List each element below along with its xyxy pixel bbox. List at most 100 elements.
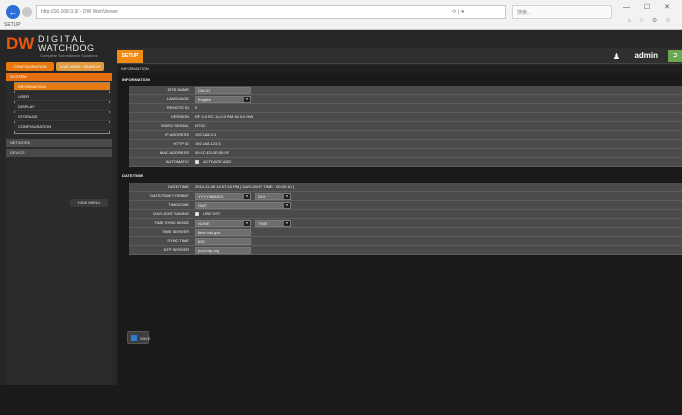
top-navigation-bar <box>117 48 682 64</box>
person-icon: ♟ <box>612 52 620 61</box>
logo-tagline: Complete Surveillance Solutions <box>40 53 98 58</box>
activate-add-checkbox[interactable] <box>195 160 199 164</box>
label-daylight-saving: DAYLIGHT SAVING <box>153 211 189 216</box>
floppy-disk-icon <box>131 335 137 341</box>
address-bar[interactable]: http://16.168.0.3/ - DW WebViewer ⟳ | ★ <box>36 5 506 19</box>
info-row-remote-id: REMOTE ID 0 <box>129 104 682 113</box>
datetime-row-time-server: TIME SERVER time.nist.gov <box>129 228 682 237</box>
ntp-server-input[interactable]: pool.ntp.org <box>195 247 251 254</box>
section-title-information: INFORMATION <box>122 77 150 82</box>
browser-toolbar: ← http://16.168.0.3/ - DW WebViewer ⟳ | … <box>0 0 682 30</box>
brand-logo: DW DIGITAL WATCHDOG Complete Surveillanc… <box>6 34 114 58</box>
label-timezone: TIMEZONE <box>168 202 189 207</box>
sync-mode-select[interactable]: NONE ▼ <box>195 220 251 227</box>
video-signal-value: NTSC <box>195 123 206 128</box>
datetime-row-dst: DAYLIGHT SAVING USE DST <box>129 210 682 219</box>
date-format-select[interactable]: YYYY/MM/DD ▼ <box>195 193 251 200</box>
sidebar-item-storage[interactable]: STORAGE <box>14 113 110 121</box>
datetime-row-sync-time: SYNC TIME 600 <box>129 237 682 246</box>
logo-mark: DW <box>6 34 35 53</box>
save-button[interactable]: SAVE <box>127 331 151 344</box>
search-input[interactable]: 搜索... <box>512 5 612 19</box>
address-text: http://16.168.0.3/ - DW WebViewer <box>41 9 119 15</box>
info-row-video-signal: VIDEO SIGNAL NTSC <box>129 122 682 131</box>
label-version: VERSION <box>170 114 189 119</box>
http-id-value: 192.168.123.5 <box>195 141 221 146</box>
page-footer <box>0 385 682 415</box>
sync-unit-select[interactable]: TIME ▼ <box>255 220 291 227</box>
forward-arrow-icon[interactable] <box>22 7 32 17</box>
timezone-select[interactable]: GMT ▼ <box>195 202 291 209</box>
browser-tools-icons[interactable]: ⌂ ☆ ⚙ ☺ <box>627 17 674 24</box>
info-row-http-id: HTTP ID 192.168.123.5 <box>129 140 682 149</box>
sync-time-input[interactable]: 600 <box>195 238 251 245</box>
sync-unit-value: TIME <box>258 221 268 226</box>
datetime-row-timezone: TIMEZONE GMT ▼ <box>129 201 682 210</box>
label-remote-id: REMOTE ID <box>166 105 189 110</box>
sync-mode-value: NONE <box>198 221 210 226</box>
language-value: English <box>198 97 212 102</box>
datetime-row-ntp-server: NTP SERVER pool.ntp.org <box>129 246 682 255</box>
time-server-input[interactable]: time.nist.gov <box>195 229 251 236</box>
label-time-server: TIME SERVER <box>161 229 189 234</box>
datetime-row-format: DATE/TIME FORMAT YYYY/MM/DD ▼ 24H ▼ <box>129 192 682 201</box>
label-mac-address: MAC ADDRESS <box>159 150 189 155</box>
tab-live-view-search[interactable]: LIVE VIEW / SEARCH <box>56 62 104 71</box>
version-value: RF 0.0 RC 11.0.0 RM 16.0.0 HW <box>195 114 254 119</box>
timezone-value: GMT <box>198 203 207 208</box>
site-name-input[interactable]: DW-01 <box>195 87 251 94</box>
sidebar-item-configuration[interactable]: CONFIGURATION <box>14 123 110 131</box>
info-row-site-name: SITE NAME DW-01 <box>129 86 682 95</box>
chevron-down-icon: ▼ <box>244 194 250 199</box>
label-sync-time: SYNC TIME <box>167 238 189 243</box>
label-http-id: HTTP ID <box>173 141 189 146</box>
time-format-select[interactable]: 24H ▼ <box>255 193 291 200</box>
sidebar: SYSTEM INFORMATION USER DISPLAY STORAGE … <box>6 73 112 385</box>
mac-address-value: 00:1C:E3:2E:00:0F <box>195 150 230 155</box>
datetime-value: 2014-11-06 14:07:15 PM ( DAYLIGHT TIME :… <box>195 184 295 189</box>
label-datetime: DATE/TIME <box>167 184 189 189</box>
browser-tab[interactable]: SETUP <box>0 20 130 30</box>
datetime-panel: DATE/TIME 2014-11-06 14:07:15 PM ( DAYLI… <box>129 183 682 255</box>
info-row-language: LANGUAGE English ▼ <box>129 95 682 104</box>
user-name[interactable]: admin <box>634 51 658 60</box>
sidebar-item-display[interactable]: DISPLAY <box>14 103 110 111</box>
refresh-icon[interactable]: ⟳ | ★ <box>452 9 465 15</box>
tab-setup[interactable]: SETUP <box>117 50 143 63</box>
window-controls[interactable]: — ☐ ✕ <box>623 3 676 11</box>
language-select[interactable]: English ▼ <box>195 96 251 103</box>
info-row-version: VERSION RF 0.0 RC 11.0.0 RM 16.0.0 HW <box>129 113 682 122</box>
use-dst-checkbox[interactable] <box>195 212 199 216</box>
sidebar-item-user[interactable]: USER <box>14 93 110 101</box>
main-content: INFORMATION SITE NAME DW-01 LANGUAGE Eng… <box>117 73 682 385</box>
logout-button[interactable]: ➲ <box>668 50 682 62</box>
chevron-down-icon: ▼ <box>284 194 290 199</box>
label-ntp-server: NTP SERVER <box>163 247 189 252</box>
section-title-datetime: DATE/TIME <box>122 173 144 178</box>
use-dst-label: USE DST <box>203 211 221 216</box>
label-language: LANGUAGE <box>166 96 189 101</box>
info-row-automatic: AUTOMATIC ACTIVATE ADD <box>129 158 682 167</box>
sidebar-item-network[interactable]: NETWORK <box>6 139 112 147</box>
remote-id-value: 0 <box>195 105 198 110</box>
breadcrumb: INFORMATION <box>117 65 682 73</box>
sidebar-item-device[interactable]: DEVICE <box>6 149 112 157</box>
activate-add-label: ACTIVATE ADD <box>203 159 232 164</box>
datetime-row-sync-mode: TIME SYNC MODE NONE ▼ TIME ▼ <box>129 219 682 228</box>
info-row-mac-address: MAC ADDRESS 00:1C:E3:2E:00:0F <box>129 149 682 158</box>
sidebar-item-system[interactable]: SYSTEM <box>6 73 112 81</box>
sidebar-item-information[interactable]: INFORMATION <box>14 83 110 91</box>
back-arrow-icon[interactable]: ← <box>6 5 20 19</box>
chevron-down-icon: ▼ <box>284 203 290 208</box>
chevron-down-icon: ▼ <box>244 97 250 102</box>
chevron-down-icon: ▼ <box>284 221 290 226</box>
chevron-down-icon: ▼ <box>244 221 250 226</box>
tab-configuration[interactable]: CONFIGURATION <box>6 62 54 71</box>
label-video-signal: VIDEO SIGNAL <box>160 123 189 128</box>
label-site-name: SITE NAME <box>167 87 189 92</box>
information-panel: SITE NAME DW-01 LANGUAGE English ▼ REMOT… <box>129 86 682 167</box>
label-automatic: AUTOMATIC <box>165 159 189 164</box>
hide-menu-button[interactable]: HIDE MENU <box>70 199 108 207</box>
app-page: DW DIGITAL WATCHDOG Complete Surveillanc… <box>0 30 682 415</box>
save-label: SAVE <box>140 336 151 341</box>
